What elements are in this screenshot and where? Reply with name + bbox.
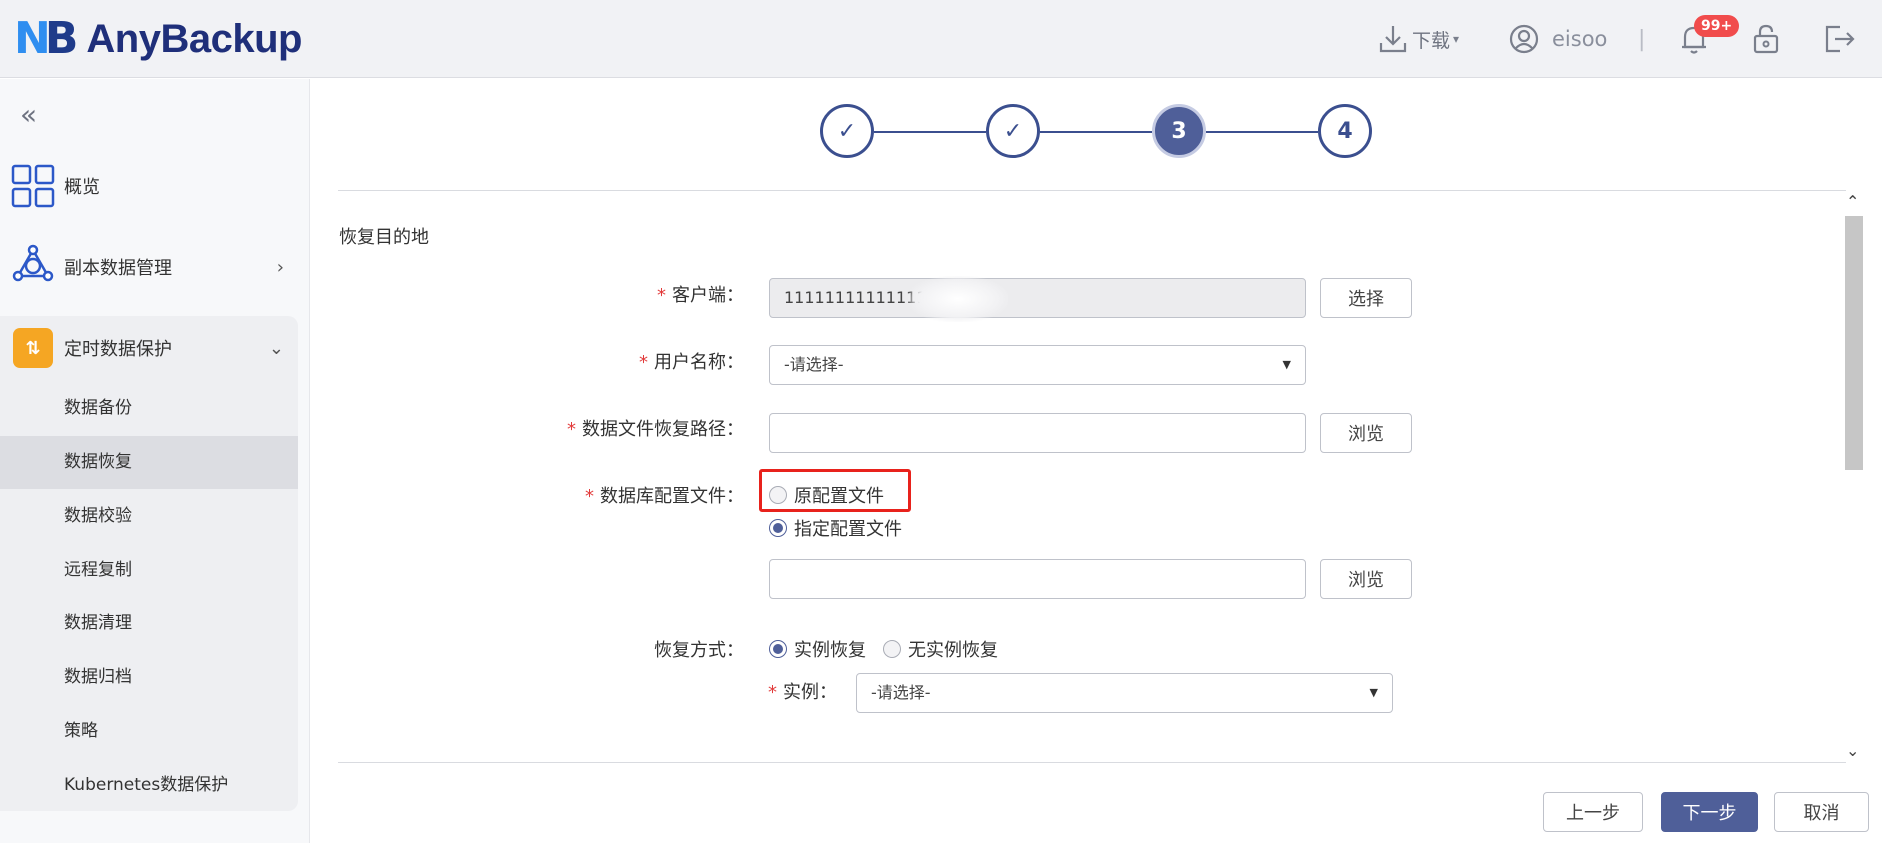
radio-button-selected — [769, 519, 787, 537]
client-label: * 客户端： — [657, 285, 744, 306]
radio-label: 指定配置文件 — [794, 519, 902, 540]
config-file-path-input[interactable] — [769, 559, 1306, 599]
sidebar-item-scheduled-protection[interactable]: ⇅ 定时数据保护 ⌄ — [0, 316, 298, 380]
form-scrollbar[interactable]: ⌃ ⌄ — [1844, 190, 1864, 762]
client-field: 11111111111111 — [769, 278, 1306, 318]
cancel-button[interactable]: 取消 — [1774, 792, 1869, 832]
step-2-check-icon: ✓ — [986, 104, 1040, 158]
next-step-button[interactable]: 下一步 — [1661, 792, 1758, 832]
top-bar: NB AnyBackup 下载 ▾ eisoo | 99+ — [0, 0, 1882, 78]
highlight-box — [759, 469, 911, 512]
sidebar-item-copy-data[interactable]: 副本数据管理 › — [0, 235, 298, 299]
copy-data-network-icon — [10, 244, 56, 290]
username-select[interactable]: -请选择- ▼ — [769, 345, 1306, 385]
chevron-right-icon: › — [276, 256, 284, 278]
radio-button-selected — [769, 640, 787, 658]
logout-icon — [1822, 23, 1856, 55]
scroll-down-icon[interactable]: ⌄ — [1846, 741, 1859, 760]
step-1-check-icon: ✓ — [820, 104, 874, 158]
instance-select-value: -请选择- — [871, 683, 931, 702]
radio-no-instance-restore[interactable]: 无实例恢复 — [883, 636, 998, 662]
scroll-up-icon[interactable]: ⌃ — [1846, 192, 1859, 211]
step-connector — [874, 131, 986, 133]
caret-down-icon: ▼ — [1369, 686, 1378, 699]
restore-mode-label: 恢复方式： — [654, 640, 744, 661]
sidebar-item-overview[interactable]: 概览 — [0, 154, 298, 218]
redacted-blur — [908, 276, 1008, 322]
section-title: 恢复目的地 — [339, 227, 429, 248]
required-asterisk: * — [585, 486, 594, 507]
ab-logo-mark: NB — [14, 13, 78, 64]
scrollbar-thumb[interactable] — [1845, 216, 1863, 470]
sidebar-subitem-archive[interactable]: 数据归档 — [0, 651, 298, 704]
sidebar: « 概览 副本数据管理 › ⇅ 定时数据保护 ⌄ 数据备份 数据恢复 数据校验 … — [0, 79, 310, 843]
notification-badge: 99+ — [1694, 15, 1740, 37]
sidebar-subitem-policy[interactable]: 策略 — [0, 705, 298, 758]
caret-down-icon: ▼ — [1282, 358, 1291, 371]
radio-label: 无实例恢复 — [908, 640, 998, 661]
sidebar-subitem-restore[interactable]: 数据恢复 — [0, 436, 298, 489]
lock-screen-button[interactable] — [1750, 20, 1782, 58]
caret-down-icon: ▾ — [1453, 32, 1460, 46]
browse-datafile-button[interactable]: 浏览 — [1320, 413, 1412, 453]
select-client-button[interactable]: 选择 — [1320, 278, 1412, 318]
required-asterisk: * — [567, 419, 576, 440]
required-asterisk: * — [657, 285, 666, 306]
step-4: 4 — [1318, 104, 1372, 158]
lock-icon — [1750, 23, 1782, 55]
previous-step-button[interactable]: 上一步 — [1543, 792, 1643, 832]
sidebar-subitem-remote-copy[interactable]: 远程复制 — [0, 544, 298, 597]
required-asterisk: * — [768, 682, 777, 703]
download-label: 下载 — [1412, 29, 1451, 52]
user-avatar-icon — [1508, 23, 1540, 55]
chevron-down-icon: ⌄ — [268, 337, 284, 359]
collapse-sidebar-icon[interactable]: « — [20, 101, 37, 129]
brand-name: AnyBackup — [86, 16, 302, 61]
username-select-value: -请选择- — [784, 355, 844, 374]
required-asterisk: * — [639, 352, 648, 373]
sidebar-subitem-cleanup[interactable]: 数据清理 — [0, 597, 298, 650]
wizard-stepper: ✓ ✓ 3 4 — [820, 104, 1380, 160]
step-connector — [1040, 131, 1152, 133]
sidebar-item-label: 定时数据保护 — [64, 339, 172, 360]
form-bottom-divider — [338, 762, 1846, 763]
sidebar-subitem-kubernetes[interactable]: Kubernetes数据保护 — [0, 759, 298, 812]
download-menu[interactable]: 下载 ▾ — [1378, 20, 1459, 58]
download-icon — [1378, 23, 1408, 55]
scheduled-protection-icon: ⇅ — [10, 325, 56, 371]
radio-instance-restore[interactable]: 实例恢复 — [769, 636, 866, 662]
anybackup-logo[interactable]: NB AnyBackup — [14, 12, 302, 66]
sidebar-subitem-backup[interactable]: 数据备份 — [0, 382, 298, 435]
form-top-divider — [338, 190, 1846, 191]
header-separator: | — [1638, 26, 1646, 52]
logout-button[interactable] — [1822, 20, 1856, 58]
instance-label: * 实例： — [768, 682, 837, 703]
sidebar-item-label: 概览 — [64, 177, 100, 198]
datafile-path-label: * 数据文件恢复路径： — [567, 419, 744, 440]
sidebar-subitem-verify[interactable]: 数据校验 — [0, 490, 298, 543]
sidebar-item-label: 副本数据管理 — [64, 258, 172, 279]
overview-grid-icon — [10, 163, 56, 209]
radio-button — [883, 640, 901, 658]
instance-select[interactable]: -请选择- ▼ — [856, 673, 1393, 713]
datafile-path-input[interactable] — [769, 413, 1306, 453]
radio-label: 实例恢复 — [794, 640, 866, 661]
config-file-label: * 数据库配置文件： — [585, 486, 744, 507]
radio-specified-config[interactable]: 指定配置文件 — [769, 515, 902, 541]
user-menu[interactable]: eisoo — [1508, 20, 1607, 58]
step-connector — [1206, 131, 1318, 133]
username-label: * 用户名称： — [639, 352, 744, 373]
step-3-current: 3 — [1152, 104, 1206, 158]
username: eisoo — [1552, 27, 1608, 51]
browse-config-button[interactable]: 浏览 — [1320, 559, 1412, 599]
